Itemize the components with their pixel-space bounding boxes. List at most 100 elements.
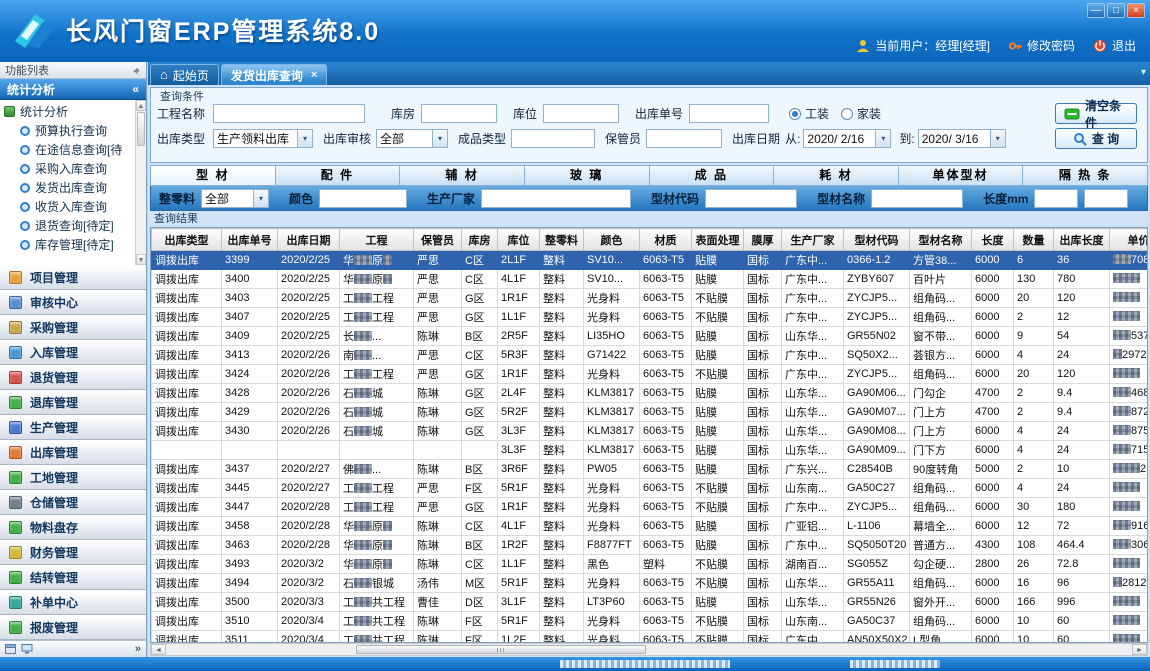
sidebar-module[interactable]: 报废管理	[0, 615, 146, 640]
table-cell[interactable]: 2	[1014, 308, 1054, 327]
table-cell[interactable]: 门勾企	[910, 384, 972, 403]
table-row[interactable]: 调拨出库34242020/2/26工工程严思G区1R1F整料光身料6063-T5…	[152, 365, 1149, 384]
table-cell[interactable]: 国标	[744, 517, 782, 536]
table-cell[interactable]: 山东南...	[782, 479, 844, 498]
table-cell[interactable]: 贴膜	[692, 270, 744, 289]
table-cell[interactable]: C区	[462, 251, 498, 270]
table-cell[interactable]: 工工程	[340, 479, 414, 498]
table-cell[interactable]: 严思	[414, 498, 462, 517]
table-cell[interactable]: 陈琳	[414, 517, 462, 536]
table-cell[interactable]: G区	[462, 498, 498, 517]
table-cell[interactable]: 曹佳	[414, 593, 462, 612]
length-max-input[interactable]	[1084, 189, 1128, 208]
table-cell[interactable]: 广东中...	[782, 536, 844, 555]
table-cell[interactable]: 塑料	[640, 555, 692, 574]
column-header[interactable]: 数量	[1014, 229, 1054, 251]
column-header[interactable]: 型材名称	[910, 229, 972, 251]
table-cell[interactable]	[1110, 270, 1149, 289]
table-cell[interactable]: 国标	[744, 251, 782, 270]
query-button[interactable]: 查 询	[1055, 128, 1137, 149]
table-cell[interactable]: 不贴膜	[692, 555, 744, 574]
keeper-input[interactable]	[646, 129, 722, 148]
table-cell[interactable]: 组角码...	[910, 612, 972, 631]
table-cell[interactable]: 108	[1014, 536, 1054, 555]
table-cell[interactable]: 2020/2/28	[278, 517, 340, 536]
table-cell[interactable]: GA90M06...	[844, 384, 910, 403]
table-cell[interactable]: 国标	[744, 270, 782, 289]
table-cell[interactable]: 国标	[744, 555, 782, 574]
table-cell[interactable]: 2	[1014, 403, 1054, 422]
table-cell[interactable]: 3437	[222, 460, 278, 479]
column-header[interactable]: 材质	[640, 229, 692, 251]
table-cell[interactable]: 广东中...	[782, 289, 844, 308]
table-cell[interactable]: 20	[1014, 289, 1054, 308]
tree-item[interactable]: 退货查询[待定]	[4, 216, 146, 235]
table-cell[interactable]: GA90M08...	[844, 422, 910, 441]
table-cell[interactable]: 6063-T5	[640, 574, 692, 593]
tab-close-icon[interactable]: ×	[311, 69, 317, 81]
pin-icon[interactable]	[132, 66, 141, 75]
table-cell[interactable]: 6063-T5	[640, 593, 692, 612]
table-cell[interactable]: 9	[1014, 327, 1054, 346]
monitor-icon[interactable]	[21, 644, 33, 654]
table-cell[interactable]: KLM3817	[584, 422, 640, 441]
table-cell[interactable]: 不贴膜	[692, 289, 744, 308]
table-cell[interactable]: 2020/2/28	[278, 536, 340, 555]
table-cell[interactable]: ZYCJP5...	[844, 289, 910, 308]
table-cell[interactable]: 佛...	[340, 460, 414, 479]
table-cell[interactable]: 陈琳	[414, 384, 462, 403]
table-row[interactable]: 调拨出库34302020/2/26石城陈琳G区3L3F整料KLM38176063…	[152, 422, 1149, 441]
table-cell[interactable]: 调拨出库	[152, 479, 222, 498]
sidebar-module[interactable]: 审核中心	[0, 290, 146, 315]
table-cell[interactable]: 72.8	[1054, 555, 1110, 574]
table-cell[interactable]: 调拨出库	[152, 403, 222, 422]
table-cell[interactable]	[462, 441, 498, 460]
table-cell[interactable]: 方管38...	[910, 251, 972, 270]
table-cell[interactable]: 南...	[340, 346, 414, 365]
table-cell[interactable]: 贴膜	[692, 536, 744, 555]
scrollbar-thumb[interactable]	[137, 112, 145, 146]
table-cell[interactable]: 国标	[744, 365, 782, 384]
length-min-input[interactable]	[1034, 189, 1078, 208]
sidebar-module[interactable]: 项目管理	[0, 265, 146, 290]
table-cell[interactable]: 6063-T5	[640, 517, 692, 536]
table-cell[interactable]	[1110, 593, 1149, 612]
clear-conditions-button[interactable]: 清空条件	[1055, 103, 1137, 124]
table-cell[interactable]: 3428	[222, 384, 278, 403]
table-cell[interactable]: 2800	[972, 555, 1014, 574]
table-cell[interactable]: 山东华...	[782, 384, 844, 403]
minimize-button[interactable]: —	[1087, 3, 1105, 18]
table-cell[interactable]: 2L4F	[498, 384, 540, 403]
change-password-button[interactable]: 修改密码	[1008, 37, 1075, 54]
table-cell[interactable]	[1110, 308, 1149, 327]
table-cell[interactable]: 180	[1054, 498, 1110, 517]
table-cell[interactable]: 6000	[972, 593, 1014, 612]
column-header[interactable]: 库房	[462, 229, 498, 251]
table-cell[interactable]: 10	[1054, 460, 1110, 479]
table-cell[interactable]: 调拨出库	[152, 346, 222, 365]
table-cell[interactable]: 调拨出库	[152, 574, 222, 593]
table-cell[interactable]: 5R1F	[498, 612, 540, 631]
table-row[interactable]: 调拨出库34132020/2/26南...严思C区5R3F整料G71422606…	[152, 346, 1149, 365]
table-cell[interactable]: 6000	[972, 308, 1014, 327]
table-cell[interactable]: 国标	[744, 574, 782, 593]
table-cell[interactable]: 光身料	[584, 479, 640, 498]
column-header[interactable]: 工程	[340, 229, 414, 251]
table-cell[interactable]: 门上方	[910, 422, 972, 441]
table-cell[interactable]: 不贴膜	[692, 631, 744, 644]
order-no-input[interactable]	[689, 104, 769, 123]
table-cell[interactable]: 3399	[222, 251, 278, 270]
table-cell[interactable]: 4	[1014, 422, 1054, 441]
table-cell[interactable]: 2020/2/26	[278, 384, 340, 403]
table-cell[interactable]: 国标	[744, 460, 782, 479]
table-cell[interactable]: 2020/2/26	[278, 346, 340, 365]
table-cell[interactable]: 光身料	[584, 631, 640, 644]
horizontal-scrollbar[interactable]: ◄ ►	[150, 643, 1148, 656]
table-cell[interactable]: 1L2F	[498, 631, 540, 644]
table-cell[interactable]: 整料	[540, 251, 584, 270]
table-cell[interactable]: 6000	[972, 422, 1014, 441]
table-cell[interactable]	[414, 441, 462, 460]
table-cell[interactable]: 6000	[972, 498, 1014, 517]
table-cell[interactable]: 整料	[540, 403, 584, 422]
table-cell[interactable]: 调拨出库	[152, 327, 222, 346]
